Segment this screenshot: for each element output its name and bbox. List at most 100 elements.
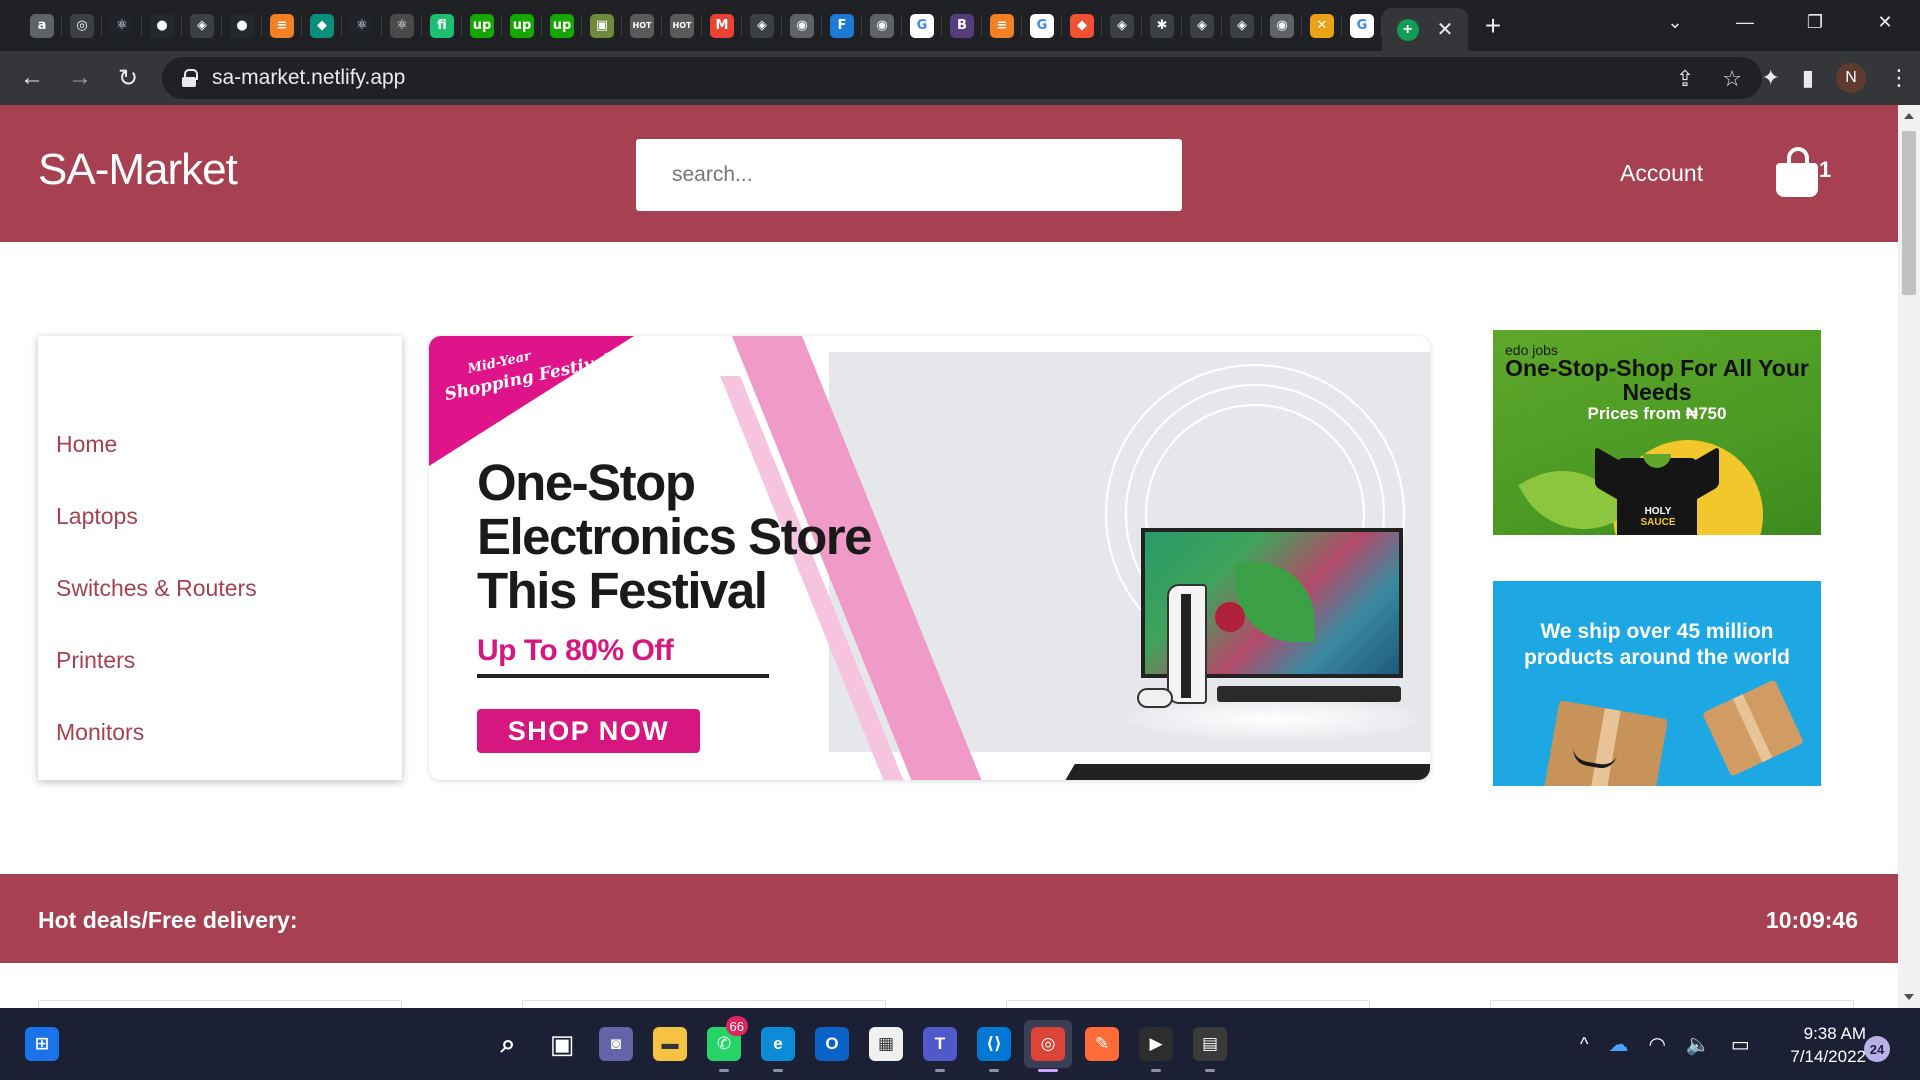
account-link[interactable]: Account (1620, 160, 1703, 187)
new-tab-button[interactable]: + (1468, 10, 1518, 42)
browser-tab[interactable]: ≡ (262, 0, 302, 51)
sidebar-item-monitors[interactable]: Monitors (38, 719, 402, 791)
side-panel-icon[interactable]: ▮ (1802, 65, 1814, 91)
browser-tab[interactable]: up (542, 0, 582, 51)
browser-tab[interactable]: ≡ (982, 0, 1022, 51)
search-input[interactable] (636, 139, 1182, 211)
scroll-thumb[interactable] (1902, 131, 1916, 295)
scroll-up-arrow-icon[interactable] (1904, 113, 1914, 119)
page-scrollbar[interactable] (1898, 105, 1920, 1008)
browser-tab[interactable]: F (822, 0, 862, 51)
browser-tab[interactable]: up (502, 0, 542, 51)
profile-avatar[interactable]: N (1836, 63, 1866, 93)
share-icon[interactable]: ⇪ (1676, 66, 1694, 92)
site-logo[interactable]: SA-Market (38, 145, 238, 195)
taskbar-calculator-button[interactable]: ▤ (1186, 1020, 1234, 1072)
browser-tab[interactable]: ◈ (1222, 0, 1262, 51)
browser-tab[interactable]: ● (142, 0, 182, 51)
lock-icon[interactable] (182, 69, 198, 87)
product-card[interactable] (1490, 1000, 1854, 1008)
browser-tab[interactable]: G (1022, 0, 1062, 51)
browser-tab[interactable]: ▣ (582, 0, 622, 51)
ad-banner-clothing[interactable]: edo jobs One-Stop-Shop For All Your Need… (1493, 330, 1821, 535)
browser-tab[interactable]: G (1342, 0, 1382, 51)
show-hidden-icons-icon[interactable]: ^ (1580, 1034, 1588, 1055)
taskbar-chrome-button[interactable]: ◎ (1024, 1020, 1072, 1072)
taskbar-task-view-button[interactable]: ▣ (538, 1020, 586, 1068)
taskbar-edge-button[interactable]: e (754, 1020, 802, 1072)
sidebar-item-switches-routers[interactable]: Switches & Routers (38, 575, 402, 647)
browser-tab[interactable]: M (702, 0, 742, 51)
sidebar-item-home[interactable]: Home (38, 431, 402, 503)
browser-tab[interactable]: ✱ (1142, 0, 1182, 51)
taskbar-teams-button[interactable]: T (916, 1020, 964, 1072)
taskbar-outlook-button[interactable]: O (808, 1020, 856, 1068)
shop-now-button[interactable]: SHOP NOW (477, 709, 700, 753)
browser-tab[interactable]: HOT (662, 0, 702, 51)
browser-tab[interactable]: ◆ (302, 0, 342, 51)
restore-button[interactable]: ❐ (1780, 12, 1850, 33)
package-image (1701, 679, 1805, 777)
browser-tab[interactable]: ⚛ (102, 0, 142, 51)
chrome-menu-icon[interactable]: ⋮ (1888, 65, 1910, 91)
browser-tab[interactable]: ◈ (1182, 0, 1222, 51)
extensions-icon[interactable]: ✦ (1761, 65, 1779, 91)
forward-button[interactable]: → (56, 64, 104, 92)
taskbar-search-button[interactable]: ⌕ (484, 1020, 532, 1068)
onedrive-icon[interactable]: ☁ (1608, 1032, 1628, 1057)
browser-tab[interactable]: G (902, 0, 942, 51)
taskbar-vscode-button[interactable]: ⟨⟩ (970, 1020, 1018, 1072)
taskbar-start-button[interactable]: ⊞ (18, 1020, 66, 1068)
notification-badge[interactable]: 24 (1864, 1036, 1890, 1062)
browser-tab[interactable]: ◈ (742, 0, 782, 51)
browser-tab[interactable]: ● (222, 0, 262, 51)
hero-banner[interactable]: Mid-Year Shopping Festival One-Stop Elec… (429, 336, 1430, 780)
close-window-button[interactable]: ✕ (1850, 12, 1920, 33)
browser-tab[interactable]: a (22, 0, 62, 51)
browser-tab[interactable]: ◆ (1062, 0, 1102, 51)
volume-icon[interactable]: 🔈 (1686, 1032, 1711, 1057)
battery-icon[interactable]: ▭ (1731, 1032, 1750, 1057)
scroll-down-arrow-icon[interactable] (1904, 994, 1914, 1000)
shopping-bag-icon[interactable] (1776, 147, 1820, 199)
taskbar-media-player-button[interactable]: ▶ (1132, 1020, 1180, 1072)
browser-tab[interactable]: fi (422, 0, 462, 51)
product-card[interactable] (38, 1000, 402, 1008)
windows-taskbar: ⊞ ⌕ ▣ ◙ ▬ ✆ 66 e O ▦ T ⟨⟩ ◎ ✎ ▶ ▤ ^ ☁ ◠ 🔈 ▭ 9:38 AM 7/1… (0, 1008, 1920, 1080)
browser-tab[interactable]: ◈ (1102, 0, 1142, 51)
taskbar-store-button[interactable]: ▦ (862, 1020, 910, 1068)
browser-tab[interactable]: ◈ (182, 0, 222, 51)
back-button[interactable]: ← (8, 64, 56, 92)
taskbar-whatsapp-button[interactable]: ✆ 66 (700, 1016, 748, 1072)
product-card[interactable] (1006, 1000, 1370, 1008)
minimize-button[interactable]: — (1710, 12, 1780, 33)
sidebar-item-printers[interactable]: Printers (38, 647, 402, 719)
browser-tab[interactable]: ✕ (1302, 0, 1342, 51)
browser-tab[interactable]: ◎ (62, 0, 102, 51)
hot-deals-bar: Hot deals/Free delivery: 10:09:46 (0, 874, 1898, 963)
browser-tab[interactable]: HOT (622, 0, 662, 51)
bookmark-star-icon[interactable]: ☆ (1722, 66, 1742, 92)
browser-tab[interactable]: ◉ (782, 0, 822, 51)
address-bar[interactable]: sa-market.netlify.app ⇪ ☆ (162, 57, 1762, 99)
ad-banner-shipping[interactable]: We ship over 45 million products around … (1493, 581, 1821, 786)
taskbar-file-explorer-button[interactable]: ▬ (646, 1020, 694, 1068)
tab-search-icon[interactable]: ⌄ (1640, 12, 1710, 33)
browser-tab[interactable]: ⚛ (382, 0, 422, 51)
wifi-icon[interactable]: ◠ (1648, 1032, 1665, 1057)
close-tab-icon[interactable]: ✕ (1437, 17, 1454, 42)
system-clock[interactable]: 9:38 AM 7/14/2022 (1770, 1022, 1866, 1068)
calculator-icon: ▤ (1193, 1027, 1227, 1061)
browser-tab[interactable]: B (942, 0, 982, 51)
sidebar-item-laptops[interactable]: Laptops (38, 503, 402, 575)
taskbar-chat-button[interactable]: ◙ (592, 1020, 640, 1068)
browser-tab[interactable]: ◉ (1262, 0, 1302, 51)
taskbar-postman-button[interactable]: ✎ (1078, 1020, 1126, 1068)
active-tab[interactable]: + ✕ (1382, 8, 1468, 51)
reload-button[interactable]: ↻ (104, 64, 152, 93)
product-card[interactable] (522, 1000, 886, 1008)
browser-tab[interactable]: ◉ (862, 0, 902, 51)
amazon-icon: a (30, 13, 54, 38)
browser-tab[interactable]: ⚛ (342, 0, 382, 51)
browser-tab[interactable]: up (462, 0, 502, 51)
